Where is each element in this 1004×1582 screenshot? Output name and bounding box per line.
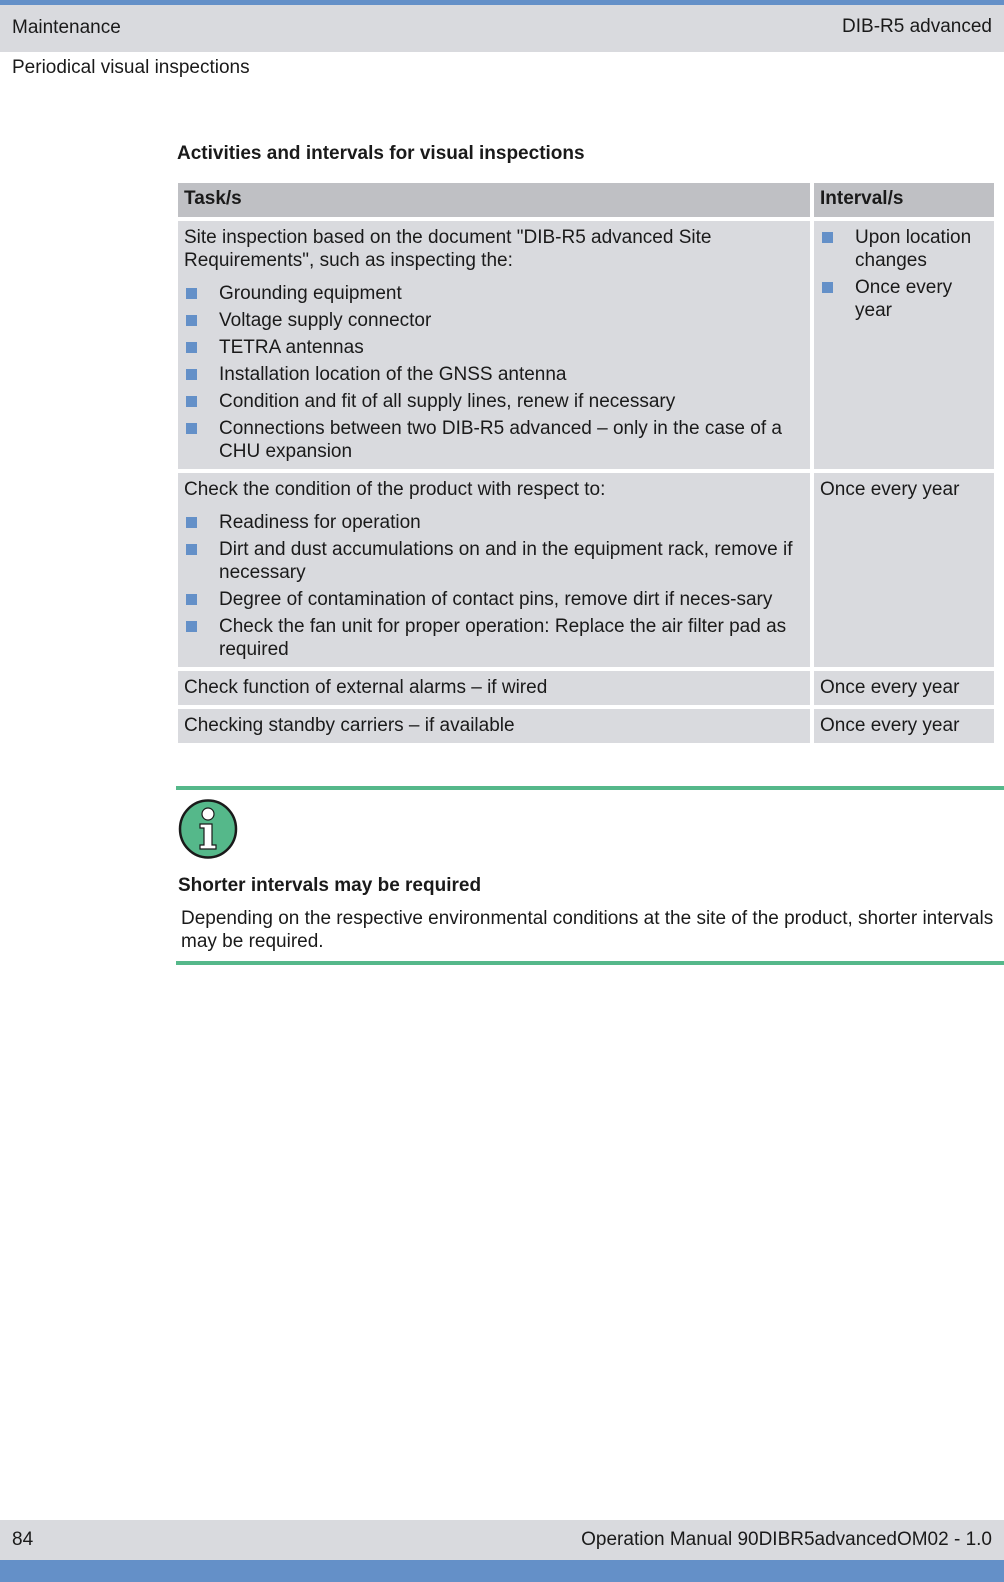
page-number: 84 bbox=[12, 1529, 34, 1550]
chapter-title: Maintenance bbox=[12, 17, 121, 38]
page-footer: 84 Operation Manual 90DIBR5advancedOM02 … bbox=[0, 1520, 1004, 1560]
list-item: TETRA antennas bbox=[184, 336, 804, 359]
list-item: Readiness for operation bbox=[184, 511, 804, 534]
list-item-text: TETRA antennas bbox=[219, 337, 364, 358]
interval-list: Upon location changes Once every year bbox=[820, 226, 988, 322]
task-cell: Check the condition of the product with … bbox=[178, 473, 810, 667]
task-cell: Check function of external alarms – if w… bbox=[178, 671, 810, 705]
square-bullet-icon bbox=[186, 594, 197, 605]
list-item-text: Condition and fit of all supply lines, r… bbox=[219, 391, 676, 412]
list-item-text: Voltage supply connector bbox=[219, 310, 432, 331]
square-bullet-icon bbox=[186, 369, 197, 380]
list-item-text: Upon location changes bbox=[855, 227, 972, 271]
list-item-text: Check the fan unit for proper operation:… bbox=[219, 616, 787, 660]
list-item: Condition and fit of all supply lines, r… bbox=[184, 390, 804, 413]
table-title: Activities and intervals for visual insp… bbox=[177, 143, 585, 164]
task-list: Grounding equipment Voltage supply conne… bbox=[184, 282, 804, 463]
list-item: Once every year bbox=[820, 276, 988, 322]
square-bullet-icon bbox=[186, 544, 197, 555]
square-bullet-icon bbox=[186, 315, 197, 326]
list-item: Check the fan unit for proper operation:… bbox=[184, 615, 804, 661]
info-note: Shorter intervals may be required Depend… bbox=[176, 786, 1004, 965]
interval-cell: Once every year bbox=[814, 473, 994, 667]
main-content: Activities and intervals for visual insp… bbox=[176, 143, 1004, 747]
square-bullet-icon bbox=[186, 423, 197, 434]
list-item-text: Installation location of the GNSS antenn… bbox=[219, 364, 567, 385]
table-row: Site inspection based on the document "D… bbox=[178, 221, 994, 469]
table-row: Checking standby carriers – if available… bbox=[178, 709, 994, 743]
page-header: Maintenance DIB-R5 advanced bbox=[0, 5, 1004, 52]
square-bullet-icon bbox=[186, 288, 197, 299]
list-item-text: Grounding equipment bbox=[219, 283, 402, 304]
interval-cell: Once every year bbox=[814, 671, 994, 705]
inspection-table: Task/s Interval/s Site inspection based … bbox=[174, 179, 998, 747]
list-item: Installation location of the GNSS antenn… bbox=[184, 363, 804, 386]
square-bullet-icon bbox=[186, 517, 197, 528]
task-cell: Site inspection based on the document "D… bbox=[178, 221, 810, 469]
table-row: Check function of external alarms – if w… bbox=[178, 671, 994, 705]
product-name: DIB-R5 advanced bbox=[842, 16, 992, 37]
list-item: Grounding equipment bbox=[184, 282, 804, 305]
column-header-task: Task/s bbox=[178, 183, 810, 217]
list-item: Degree of contamination of contact pins,… bbox=[184, 588, 804, 611]
list-item-text: Once every year bbox=[855, 277, 953, 321]
note-title: Shorter intervals may be required bbox=[178, 875, 482, 896]
note-top-rule bbox=[176, 786, 1004, 790]
list-item: Connections between two DIB-R5 advanced … bbox=[184, 417, 804, 463]
interval-cell: Once every year bbox=[814, 709, 994, 743]
list-item: Voltage supply connector bbox=[184, 309, 804, 332]
task-intro: Site inspection based on the document "D… bbox=[184, 227, 712, 271]
table-header-row: Task/s Interval/s bbox=[178, 183, 994, 217]
task-list: Readiness for operation Dirt and dust ac… bbox=[184, 511, 804, 661]
column-header-interval: Interval/s bbox=[814, 183, 994, 217]
list-item-text: Dirt and dust accumulations on and in th… bbox=[219, 539, 793, 583]
list-item-text: Degree of contamination of contact pins,… bbox=[219, 589, 773, 610]
square-bullet-icon bbox=[822, 232, 833, 243]
list-item: Dirt and dust accumulations on and in th… bbox=[184, 538, 804, 584]
note-body: Depending on the respective environmenta… bbox=[181, 908, 994, 952]
bottom-accent-bar bbox=[0, 1560, 1004, 1582]
section-title: Periodical visual inspections bbox=[12, 57, 250, 78]
document-id: Operation Manual 90DIBR5advancedOM02 - 1… bbox=[581, 1529, 992, 1550]
task-intro: Check the condition of the product with … bbox=[184, 479, 606, 500]
list-item: Upon location changes bbox=[820, 226, 988, 272]
list-item-text: Connections between two DIB-R5 advanced … bbox=[219, 418, 782, 462]
square-bullet-icon bbox=[186, 342, 197, 353]
square-bullet-icon bbox=[186, 621, 197, 632]
interval-cell: Upon location changes Once every year bbox=[814, 221, 994, 469]
task-cell: Checking standby carriers – if available bbox=[178, 709, 810, 743]
table-row: Check the condition of the product with … bbox=[178, 473, 994, 667]
square-bullet-icon bbox=[822, 282, 833, 293]
square-bullet-icon bbox=[186, 396, 197, 407]
info-icon bbox=[178, 799, 240, 861]
note-bottom-rule bbox=[176, 961, 1004, 965]
list-item-text: Readiness for operation bbox=[219, 512, 421, 533]
